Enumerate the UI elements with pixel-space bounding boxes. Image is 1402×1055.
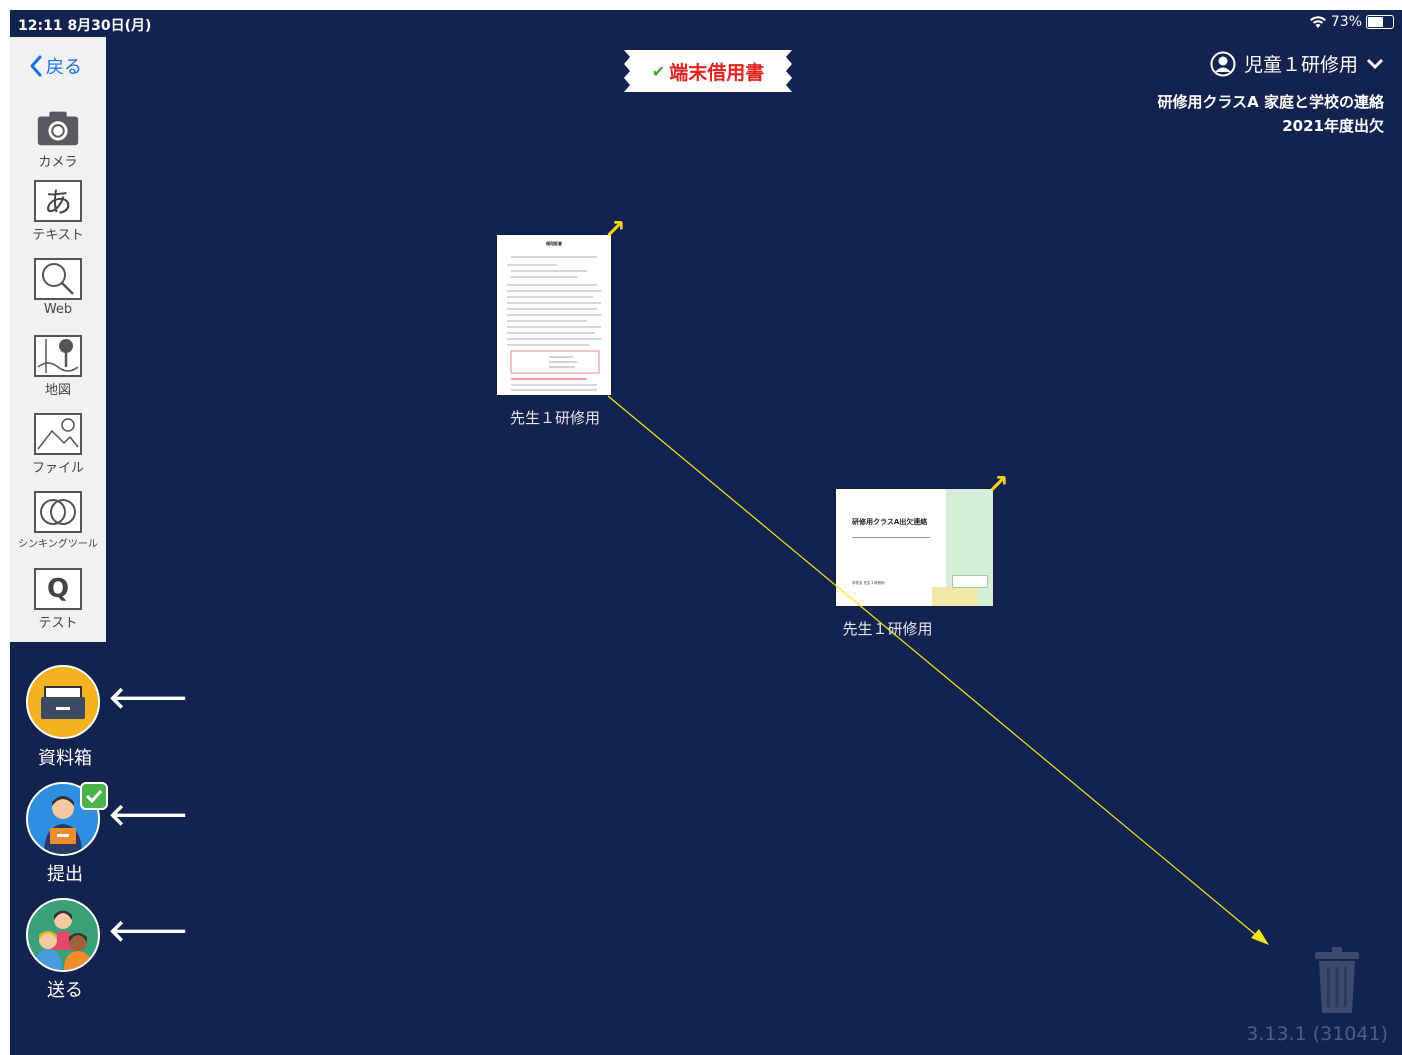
app-version: 3.13.1 (31041)	[1246, 1023, 1388, 1045]
trash-icon[interactable]	[1312, 945, 1362, 1015]
drag-guide-line	[607, 395, 1269, 945]
app-screen: 12:11 8月30日(月) 73% 戻る カメラ あ テキスト Web 地図 …	[10, 10, 1402, 1055]
